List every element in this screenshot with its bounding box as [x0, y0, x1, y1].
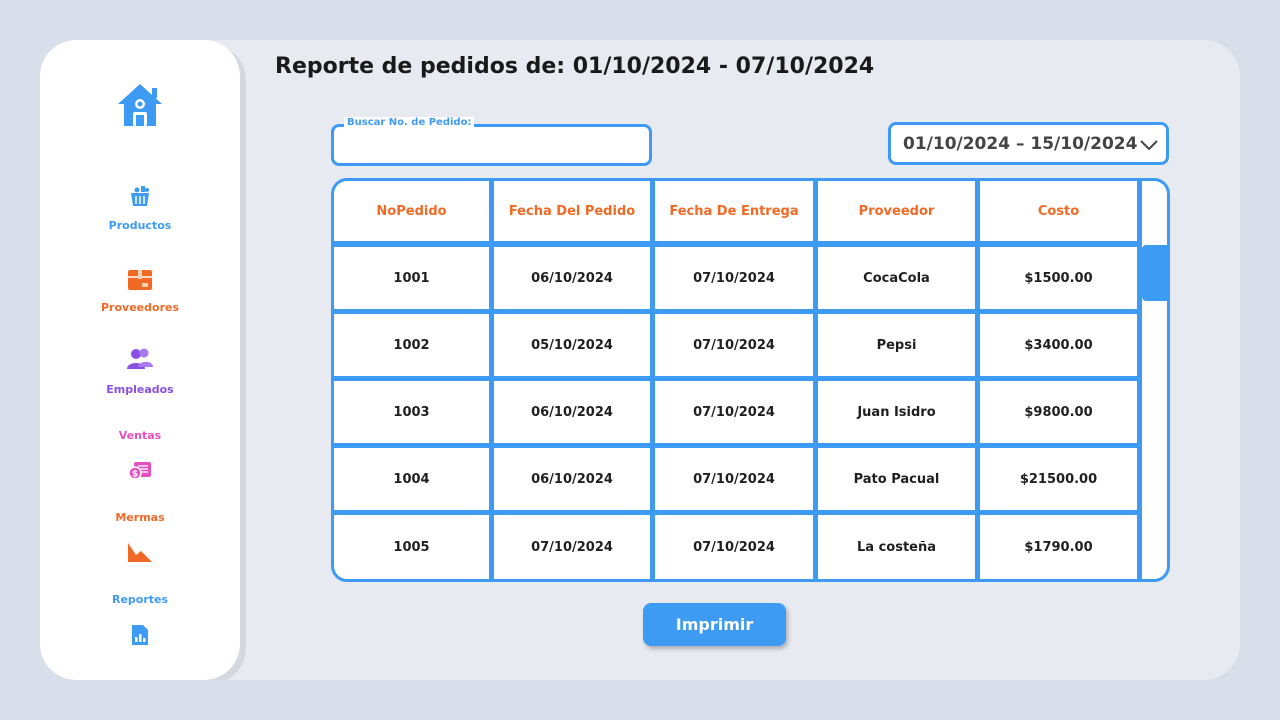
- table-cell: $3400.00: [980, 314, 1137, 376]
- search-input[interactable]: [340, 135, 640, 157]
- date-range-value: 01/10/2024 – 15/10/2024: [903, 134, 1138, 154]
- column-header-fecha-pedido[interactable]: Fecha Del Pedido: [494, 181, 650, 241]
- sidebar: Productos Proveedores Empleados Ventas $…: [40, 40, 240, 680]
- orders-table: NoPedido Fecha Del Pedido Fecha De Entre…: [331, 178, 1170, 582]
- table-cell: 1004: [334, 448, 489, 510]
- table-cell: 1001: [334, 247, 489, 309]
- sidebar-item-label: Productos: [108, 219, 172, 232]
- table-cell: Pepsi: [818, 314, 975, 376]
- chevron-down-icon: [1140, 140, 1158, 151]
- table-cell: 06/10/2024: [494, 448, 650, 510]
- table-cell: 1003: [334, 381, 489, 443]
- page-title: Reporte de pedidos de: 01/10/2024 - 07/1…: [275, 54, 875, 79]
- table-cell: $1500.00: [980, 247, 1137, 309]
- svg-text:$: $: [132, 470, 138, 480]
- table-cell: 07/10/2024: [655, 448, 813, 510]
- search-field[interactable]: [331, 124, 652, 166]
- table-cell: $1790.00: [980, 515, 1137, 579]
- app-window: Productos Proveedores Empleados Ventas $…: [40, 40, 1240, 680]
- table-cell: CocaCola: [818, 247, 975, 309]
- table-cell: Pato Pacual: [818, 448, 975, 510]
- scrollbar-track[interactable]: [1142, 181, 1167, 579]
- sidebar-item-label: Mermas: [115, 511, 165, 524]
- table-cell: 07/10/2024: [655, 247, 813, 309]
- report-icon: [132, 625, 148, 645]
- column-header-nopedido[interactable]: NoPedido: [334, 181, 489, 241]
- table-cell: 07/10/2024: [655, 381, 813, 443]
- table-cell: 07/10/2024: [655, 314, 813, 376]
- print-button[interactable]: Imprimir: [643, 603, 786, 646]
- sidebar-item-label: Ventas: [118, 429, 162, 442]
- table-cell: $9800.00: [980, 381, 1137, 443]
- table-cell: 06/10/2024: [494, 381, 650, 443]
- column-header-proveedor[interactable]: Proveedor: [818, 181, 975, 241]
- scrollbar-thumb[interactable]: [1142, 245, 1167, 301]
- sidebar-item-label: Reportes: [111, 593, 169, 606]
- table-cell: 05/10/2024: [494, 314, 650, 376]
- sidebar-item-label: Empleados: [106, 383, 174, 396]
- money-icon: $: [128, 462, 151, 480]
- search-label: Buscar No. de Pedido:: [344, 117, 475, 128]
- column-header-costo[interactable]: Costo: [980, 181, 1137, 241]
- basket-icon: [131, 186, 149, 206]
- table-cell: 06/10/2024: [494, 247, 650, 309]
- table-cell: 07/10/2024: [494, 515, 650, 579]
- users-icon: [127, 348, 153, 369]
- sidebar-item-label: Proveedores: [101, 301, 179, 314]
- decline-chart-icon: [128, 543, 152, 562]
- home-icon[interactable]: [116, 82, 164, 128]
- box-icon: [128, 270, 152, 290]
- table-cell: La costeña: [818, 515, 975, 579]
- table-cell: Juan Isidro: [818, 381, 975, 443]
- date-range-select[interactable]: 01/10/2024 – 15/10/2024: [888, 122, 1169, 165]
- column-header-fecha-entrega[interactable]: Fecha De Entrega: [655, 181, 813, 241]
- table-cell: 1002: [334, 314, 489, 376]
- table-cell: $21500.00: [980, 448, 1137, 510]
- table-cell: 07/10/2024: [655, 515, 813, 579]
- table-cell: 1005: [334, 515, 489, 579]
